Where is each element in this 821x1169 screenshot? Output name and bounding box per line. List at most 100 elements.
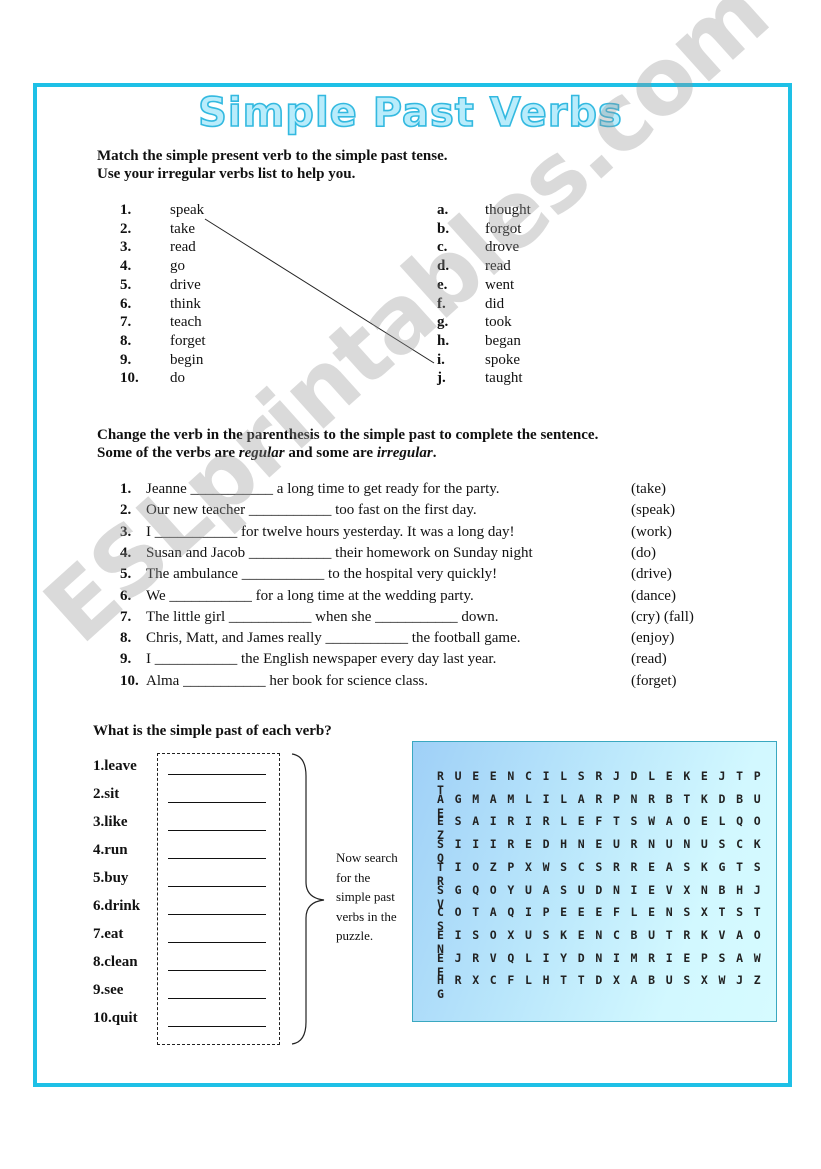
puzzle-letter[interactable]: O	[490, 928, 508, 942]
puzzle-letter[interactable]: I	[472, 837, 490, 851]
puzzle-letter[interactable]: S	[455, 814, 473, 828]
puzzle-letter[interactable]: C	[736, 837, 754, 851]
puzzle-letter[interactable]: S	[683, 860, 701, 874]
puzzle-letter[interactable]: J	[736, 973, 754, 987]
sentence-text[interactable]: The ambulance ___________ to the hospita…	[146, 566, 497, 582]
puzzle-letter[interactable]: E	[578, 928, 596, 942]
puzzle-letter[interactable]: A	[437, 792, 455, 806]
puzzle-letter[interactable]: S	[560, 883, 578, 897]
puzzle-letter[interactable]: E	[472, 769, 490, 783]
puzzle-letter[interactable]: H	[736, 883, 754, 897]
puzzle-letter[interactable]: U	[525, 928, 543, 942]
past-verb[interactable]: went	[485, 277, 514, 294]
answer-blank[interactable]	[168, 802, 266, 803]
puzzle-letter[interactable]: I	[666, 951, 684, 965]
answer-blank[interactable]	[168, 1026, 266, 1027]
sentence-text[interactable]: Our new teacher ___________ too fast on …	[146, 502, 477, 518]
past-verb[interactable]: thought	[485, 202, 531, 219]
puzzle-letter[interactable]: N	[578, 837, 596, 851]
puzzle-letter[interactable]: A	[490, 792, 508, 806]
puzzle-letter[interactable]: K	[754, 837, 772, 851]
puzzle-letter[interactable]: N	[666, 905, 684, 919]
puzzle-letter[interactable]: S	[754, 860, 772, 874]
puzzle-letter[interactable]: V	[666, 883, 684, 897]
past-verb[interactable]: spoke	[485, 352, 520, 369]
past-verb[interactable]: took	[485, 314, 512, 331]
puzzle-letter[interactable]: B	[648, 973, 666, 987]
puzzle-letter[interactable]: L	[525, 792, 543, 806]
puzzle-letter[interactable]: N	[683, 837, 701, 851]
sentence-text[interactable]: I ___________ for twelve hours yesterday…	[146, 524, 515, 540]
puzzle-letter[interactable]: N	[595, 928, 613, 942]
puzzle-letter[interactable]: F	[507, 973, 525, 987]
puzzle-letter[interactable]: R	[613, 860, 631, 874]
present-verb[interactable]: go	[170, 258, 185, 275]
puzzle-letter[interactable]: E	[595, 837, 613, 851]
puzzle-letter[interactable]: D	[719, 792, 737, 806]
puzzle-letter[interactable]: N	[631, 792, 649, 806]
sentence-text[interactable]: The little girl ___________ when she ___…	[146, 609, 498, 625]
puzzle-letter[interactable]: I	[455, 928, 473, 942]
puzzle-letter[interactable]: O	[754, 928, 772, 942]
answer-blank[interactable]	[168, 942, 266, 943]
puzzle-letter[interactable]: K	[701, 928, 719, 942]
past-verb[interactable]: began	[485, 333, 521, 350]
puzzle-letter[interactable]: F	[595, 814, 613, 828]
puzzle-letter[interactable]: R	[543, 814, 561, 828]
puzzle-letter[interactable]: W	[648, 814, 666, 828]
answer-blank[interactable]	[168, 970, 266, 971]
puzzle-letter[interactable]: K	[701, 860, 719, 874]
puzzle-letter[interactable]: E	[437, 951, 455, 965]
puzzle-letter[interactable]: O	[472, 860, 490, 874]
puzzle-letter[interactable]: S	[437, 837, 455, 851]
puzzle-letter[interactable]: M	[631, 951, 649, 965]
puzzle-letter[interactable]: J	[613, 769, 631, 783]
puzzle-letter[interactable]: V	[490, 951, 508, 965]
present-verb[interactable]: speak	[170, 202, 204, 219]
puzzle-letter[interactable]: T	[736, 769, 754, 783]
puzzle-letter[interactable]: U	[613, 837, 631, 851]
puzzle-letter[interactable]: Q	[736, 814, 754, 828]
puzzle-letter[interactable]: A	[631, 973, 649, 987]
puzzle-letter[interactable]: A	[578, 792, 596, 806]
puzzle-letter[interactable]: W	[543, 860, 561, 874]
puzzle-letter[interactable]: R	[631, 837, 649, 851]
puzzle-letter[interactable]: R	[648, 951, 666, 965]
puzzle-letter[interactable]: E	[490, 769, 508, 783]
puzzle-letter[interactable]: Q	[507, 905, 525, 919]
sentence-text[interactable]: I ___________ the English newspaper ever…	[146, 651, 496, 667]
puzzle-letter[interactable]: U	[578, 883, 596, 897]
puzzle-letter[interactable]: O	[754, 814, 772, 828]
puzzle-letter[interactable]: E	[578, 905, 596, 919]
puzzle-letter[interactable]: R	[437, 769, 455, 783]
sentence-text[interactable]: Chris, Matt, and James really __________…	[146, 630, 521, 646]
puzzle-letter[interactable]: R	[595, 769, 613, 783]
puzzle-letter[interactable]: C	[490, 973, 508, 987]
puzzle-letter[interactable]: K	[701, 792, 719, 806]
puzzle-letter[interactable]: X	[613, 973, 631, 987]
puzzle-letter[interactable]: S	[719, 951, 737, 965]
puzzle-letter[interactable]: T	[437, 860, 455, 874]
puzzle-letter[interactable]: I	[543, 951, 561, 965]
puzzle-letter[interactable]: H	[437, 973, 455, 987]
puzzle-letter[interactable]: T	[719, 905, 737, 919]
puzzle-letter[interactable]: S	[578, 769, 596, 783]
puzzle-letter[interactable]: L	[560, 769, 578, 783]
puzzle-letter[interactable]: S	[543, 928, 561, 942]
puzzle-letter[interactable]: B	[736, 792, 754, 806]
answer-blank[interactable]	[168, 914, 266, 915]
present-verb[interactable]: do	[170, 370, 185, 387]
puzzle-letter[interactable]: B	[631, 928, 649, 942]
puzzle-letter[interactable]: L	[525, 973, 543, 987]
puzzle-letter[interactable]: Y	[560, 951, 578, 965]
puzzle-letter[interactable]: P	[543, 905, 561, 919]
puzzle-letter[interactable]: L	[560, 792, 578, 806]
present-verb[interactable]: think	[170, 296, 201, 313]
puzzle-letter[interactable]: E	[525, 837, 543, 851]
puzzle-letter[interactable]: X	[701, 973, 719, 987]
puzzle-letter[interactable]: Q	[507, 951, 525, 965]
puzzle-letter[interactable]: W	[719, 973, 737, 987]
puzzle-letter[interactable]: I	[455, 837, 473, 851]
puzzle-letter[interactable]: L	[719, 814, 737, 828]
puzzle-letter[interactable]: E	[666, 769, 684, 783]
